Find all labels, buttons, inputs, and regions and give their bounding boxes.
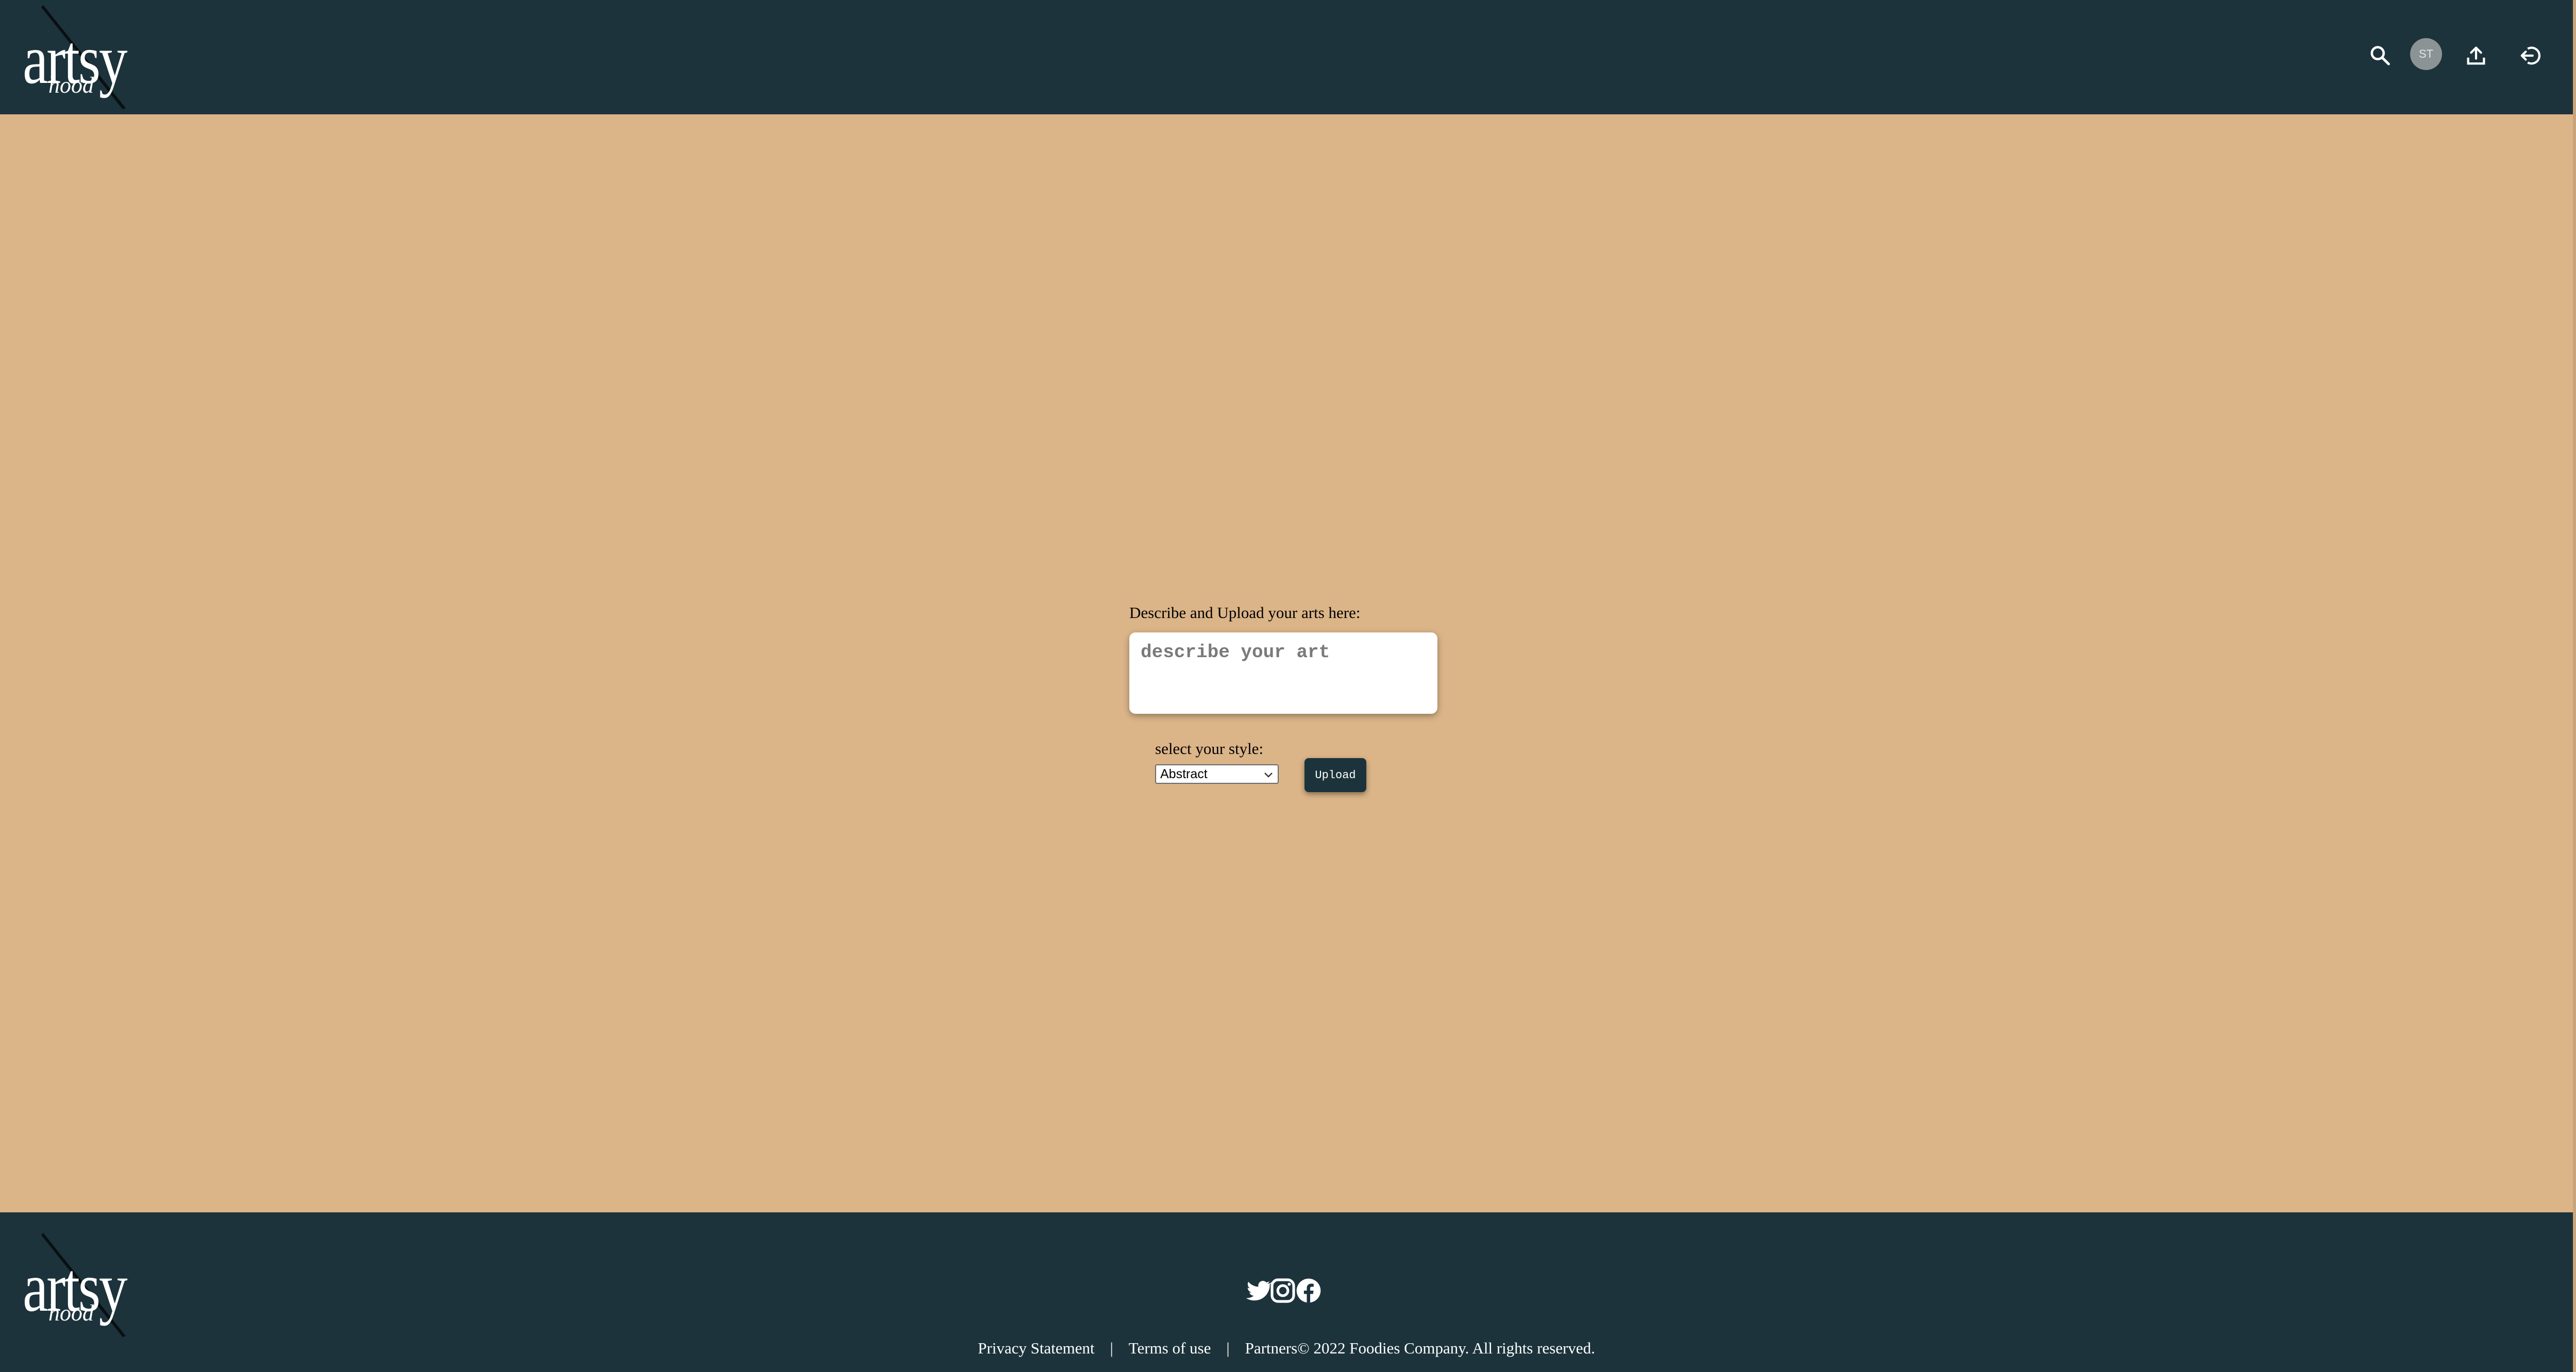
style-select-value: Abstract: [1160, 766, 1208, 781]
window-edge: [2573, 0, 2576, 1372]
style-select[interactable]: Abstract: [1155, 764, 1279, 784]
logo-subtext: hood: [48, 1300, 94, 1326]
instagram-icon[interactable]: [1268, 1276, 1297, 1305]
privacy-statement-link[interactable]: Privacy Statement: [978, 1339, 1094, 1358]
copyright-text: © 2022 Foodies Company. All rights reser…: [1297, 1339, 1595, 1357]
page: artsy hood ST Describe and Upload your a…: [0, 0, 2576, 1372]
header-logo[interactable]: artsy hood: [23, 3, 128, 111]
footer-links: Privacy Statement | Terms of use | Partn…: [0, 1339, 2573, 1358]
form-title: Describe and Upload your arts here:: [1129, 604, 1361, 622]
link-separator: |: [1226, 1339, 1230, 1357]
terms-of-use-link[interactable]: Terms of use: [1129, 1339, 1211, 1358]
facebook-icon[interactable]: [1294, 1276, 1323, 1305]
search-icon[interactable]: [2363, 38, 2398, 73]
style-label: select your style:: [1155, 740, 1264, 758]
upload-icon[interactable]: [2459, 38, 2494, 73]
footer: artsy hood Privacy Statement | Terms of …: [0, 1212, 2573, 1372]
chevron-down-icon: [1264, 773, 1273, 778]
header: artsy hood ST: [0, 0, 2573, 114]
logout-icon[interactable]: [2513, 38, 2548, 73]
link-separator: |: [1110, 1339, 1113, 1357]
avatar[interactable]: ST: [2410, 38, 2442, 70]
describe-art-input[interactable]: [1129, 632, 1437, 714]
footer-logo[interactable]: artsy hood: [23, 1231, 128, 1339]
upload-button[interactable]: Upload: [1304, 758, 1366, 792]
partners-link[interactable]: Partners: [1245, 1339, 1298, 1358]
logo-subtext: hood: [48, 73, 94, 98]
